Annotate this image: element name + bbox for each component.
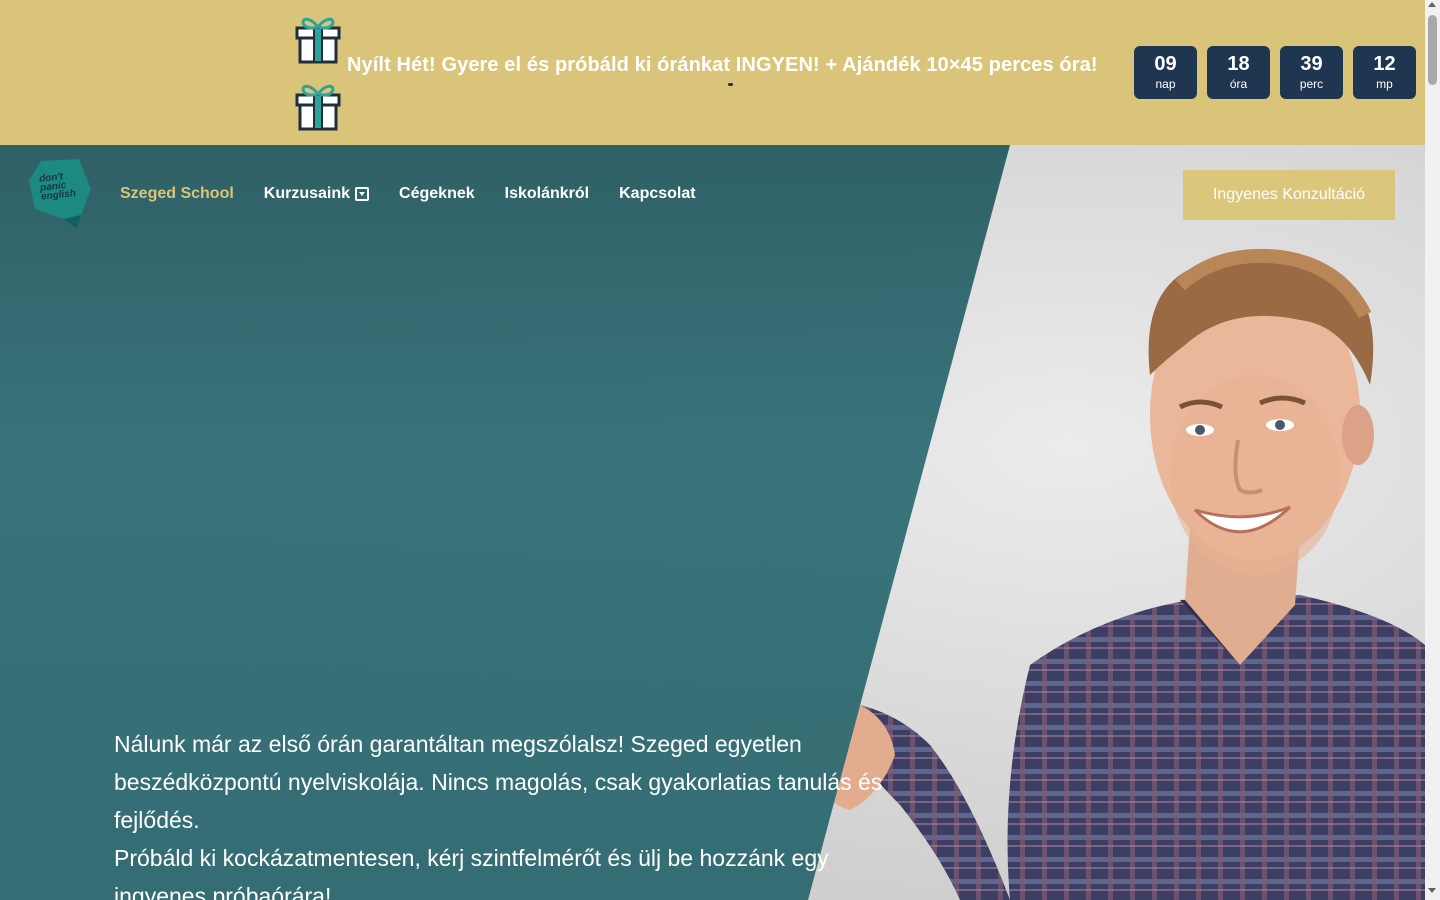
promo-bar: Nyílt Hét! Gyere el és próbáld ki óránka… [0,0,1425,145]
nav-item-kurzusaink[interactable]: Kurzusaink [263,185,370,203]
countdown-value: 09 [1154,53,1177,75]
countdown-unit: óra [1229,77,1248,91]
countdown-value: 18 [1227,53,1250,75]
hero-section: don't panic english Szeged School Kurzus… [0,145,1425,900]
countdown-unit: mp [1376,77,1393,91]
gift-icon [295,17,341,64]
dont-panic-english-logo[interactable]: don't panic english [29,159,93,231]
loading-dot [728,83,733,86]
scrollbar-thumb[interactable] [1428,15,1437,85]
countdown-seconds: 12 mp [1353,46,1416,99]
nav-item-kapcsolat[interactable]: Kapcsolat [619,185,695,203]
countdown-unit: nap [1155,77,1176,91]
free-consultation-button[interactable]: Ingyenes Konzultáció [1183,170,1395,220]
nav-item-szeged-school[interactable]: Szeged School [120,185,234,203]
dropdown-caret-icon[interactable] [355,187,370,201]
main-nav: Szeged School Kurzusaink Cégeknek Iskolá… [120,185,726,203]
countdown-unit: perc [1299,77,1324,91]
scroll-up-arrow-icon[interactable] [1428,2,1436,7]
nav-item-iskolankrol[interactable]: Iskolánkról [505,185,589,203]
gift-icon [295,84,341,131]
countdown-timer: 09 nap 18 óra 39 perc 12 mp [1134,46,1416,99]
countdown-minutes: 39 perc [1280,46,1343,99]
countdown-hours: 18 óra [1207,46,1270,99]
logo-text: don't panic english [39,169,94,202]
promo-text[interactable]: Nyílt Hét! Gyere el és próbáld ki óránka… [347,54,1098,77]
scroll-down-arrow-icon[interactable] [1428,888,1436,893]
countdown-days: 09 nap [1134,46,1197,99]
countdown-value: 39 [1300,53,1323,75]
scrollbar[interactable] [1425,0,1440,900]
hero-paragraph: Nálunk már az első órán garantáltan megs… [114,731,883,833]
nav-item-label: Kurzusaink [263,185,351,202]
hero-copy: Nálunk már az első órán garantáltan megs… [114,725,904,900]
hero-paragraph: Próbáld ki kockázatmentesen, kérj szintf… [114,845,829,900]
countdown-value: 12 [1373,53,1396,75]
nav-item-cegeknek[interactable]: Cégeknek [399,185,475,203]
